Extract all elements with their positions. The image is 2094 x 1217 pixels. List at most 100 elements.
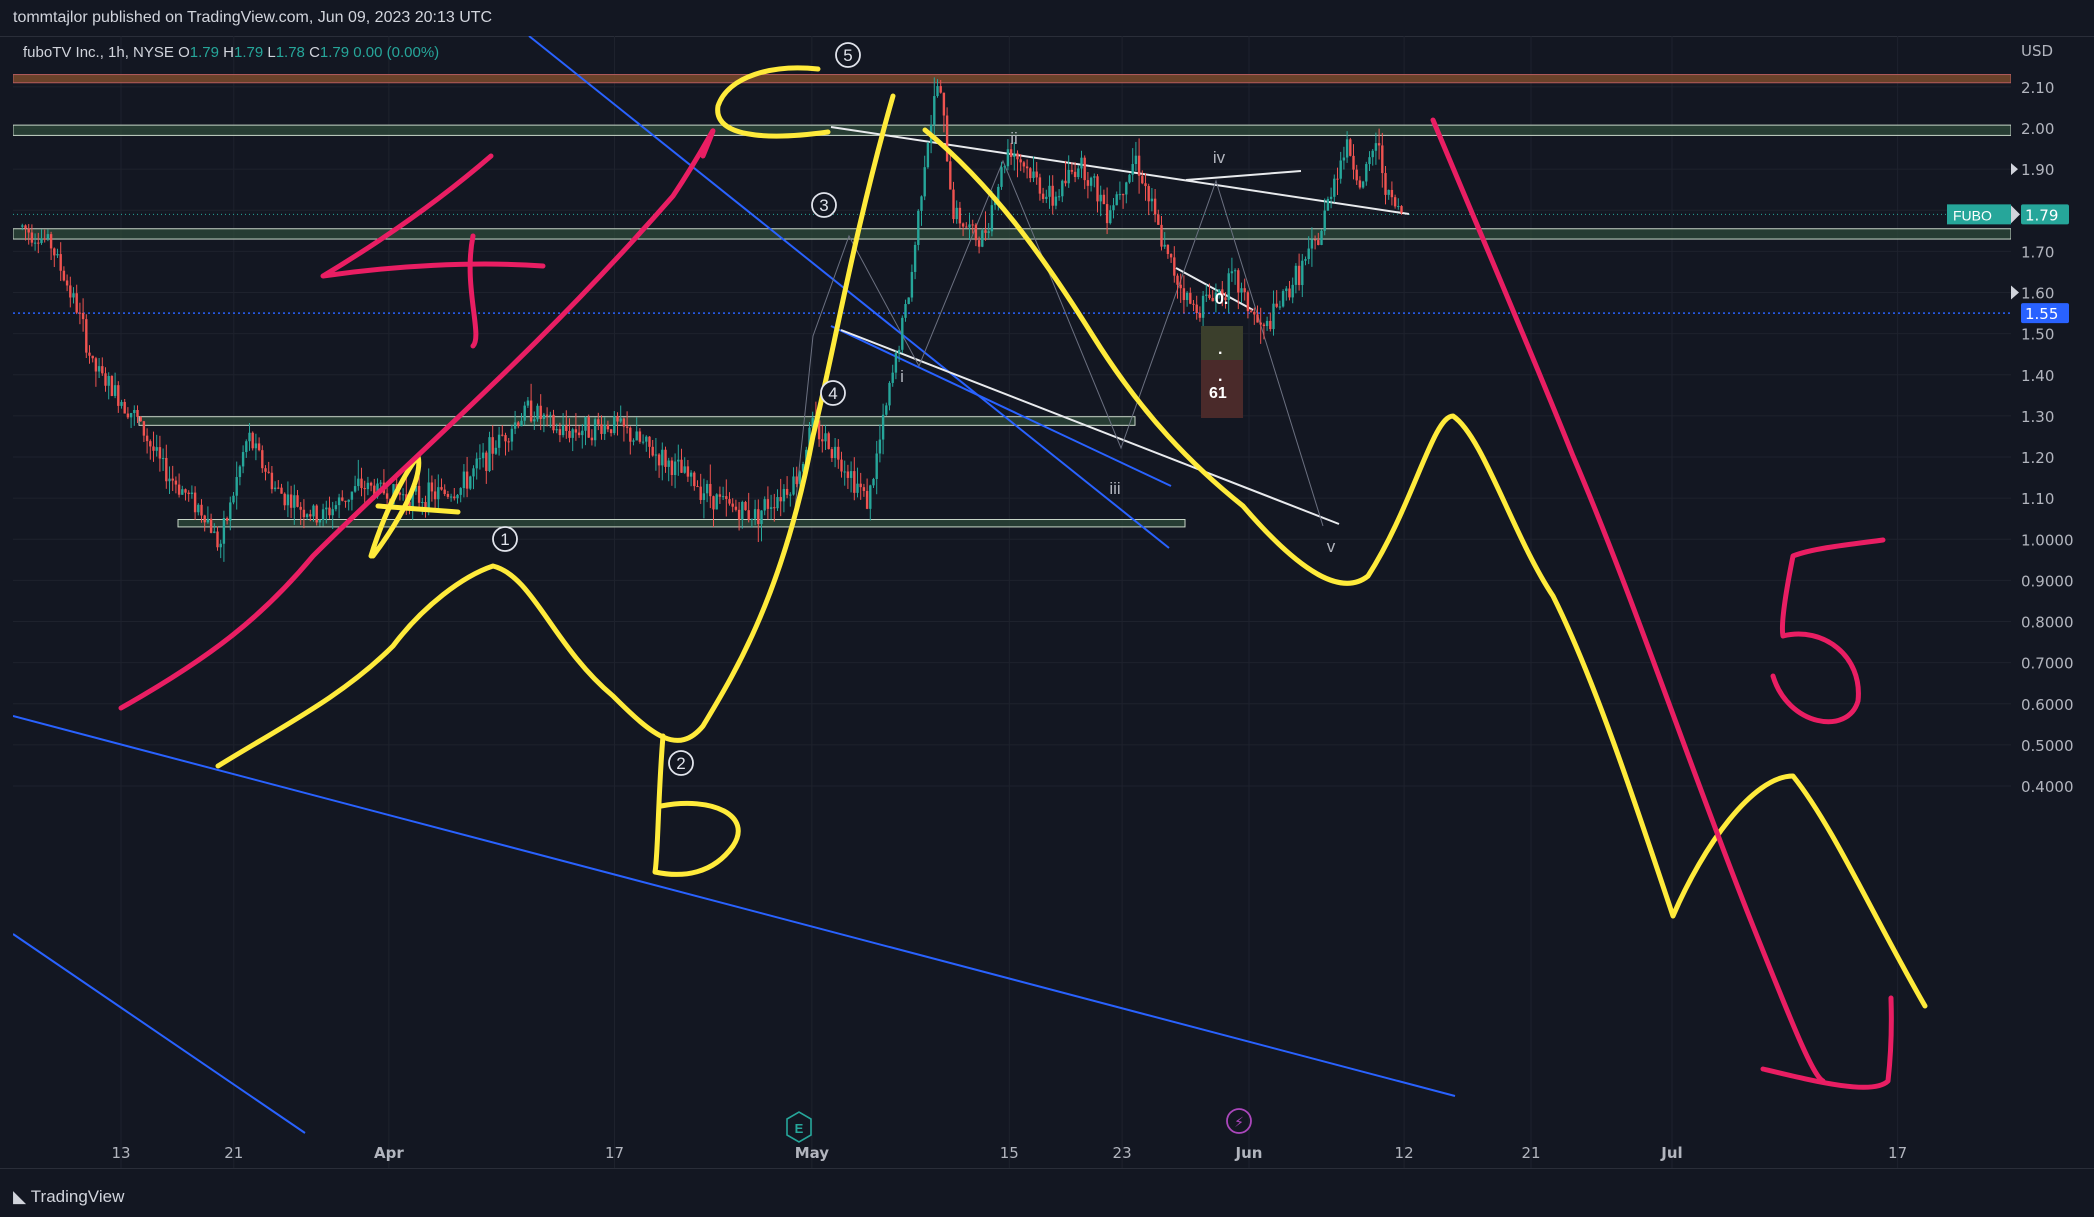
chart-pane[interactable]: 0... 61 1 2 3 4 5 i ii iii iv v E ⚡ FUBO fuboTV Inc., … bbox=[13, 36, 2011, 1168]
candle-body bbox=[1035, 171, 1038, 178]
candle-body bbox=[609, 429, 613, 434]
ticker-tag[interactable]: FUBO bbox=[1947, 204, 2011, 225]
price-axis[interactable]: USD2.102.001.901.801.701.601.501.401.301… bbox=[2011, 36, 2081, 1168]
candle-body bbox=[888, 382, 891, 406]
candle-body bbox=[30, 232, 34, 243]
candle-body bbox=[917, 210, 920, 245]
candle-body bbox=[728, 499, 731, 504]
tradingview-logo[interactable]: ◣ TradingView bbox=[13, 1187, 124, 1207]
candle-body bbox=[1195, 304, 1198, 314]
candle-body bbox=[81, 312, 85, 320]
fib-label-1: . bbox=[1218, 341, 1222, 358]
close-value: 1.79 bbox=[319, 44, 350, 61]
candle-body bbox=[1134, 155, 1138, 165]
wave-label-3-text: 3 bbox=[819, 196, 828, 215]
candle-body bbox=[789, 494, 792, 496]
fib-label-61: 61 bbox=[1209, 385, 1227, 402]
candle-body bbox=[705, 483, 709, 494]
candle-body bbox=[245, 441, 248, 453]
candle-body bbox=[517, 422, 520, 427]
fib-label-0: 0. bbox=[1215, 291, 1228, 308]
price-tick: 1.30 bbox=[2021, 408, 2054, 426]
candle-body bbox=[433, 491, 437, 500]
candle-body bbox=[539, 405, 542, 419]
candle-body bbox=[443, 489, 446, 495]
ticker-tag-text: FUBO bbox=[1953, 207, 1992, 223]
candle-body bbox=[238, 466, 242, 478]
trendline-lower-left[interactable] bbox=[13, 933, 306, 1134]
candle-body bbox=[472, 468, 475, 477]
candle-body bbox=[654, 454, 658, 456]
candle-body bbox=[933, 96, 936, 125]
candle-body bbox=[1339, 160, 1342, 179]
axis-arrow-icon[interactable] bbox=[2011, 163, 2018, 176]
wave-label-4[interactable]: 4 bbox=[820, 380, 846, 406]
candle-body bbox=[1368, 157, 1371, 165]
candle-body bbox=[635, 431, 638, 441]
dividend-event-icon[interactable]: ⚡ bbox=[1226, 1108, 1252, 1134]
price-tick: 2.10 bbox=[2021, 79, 2054, 97]
open-value: 1.79 bbox=[189, 44, 219, 61]
magenta-digit-5[interactable] bbox=[1770, 537, 1886, 725]
candle-body bbox=[1147, 186, 1150, 202]
sr-zone[interactable] bbox=[13, 228, 2011, 240]
yellow-wave-1[interactable] bbox=[215, 93, 896, 769]
candle-body bbox=[939, 86, 942, 93]
candle-body bbox=[75, 293, 78, 313]
wave-label-2[interactable]: 2 bbox=[668, 750, 694, 776]
trendline-channel-lower[interactable] bbox=[830, 325, 1172, 487]
yellow-projection[interactable] bbox=[922, 127, 1928, 1009]
candle-body bbox=[331, 509, 334, 516]
axis-arrow-icon[interactable] bbox=[2011, 205, 2020, 224]
candle-body bbox=[942, 92, 946, 116]
trendline-white-short[interactable] bbox=[1185, 170, 1302, 181]
candle-body bbox=[641, 441, 645, 443]
wave-label-ii: ii bbox=[1010, 129, 1018, 148]
change-value: 0.00 (0.00%) bbox=[353, 44, 440, 61]
wave-label-1[interactable]: 1 bbox=[492, 526, 518, 552]
candle-body bbox=[603, 424, 606, 434]
candle-body bbox=[229, 502, 232, 521]
price-chart[interactable]: 0...6112345iiiiiiivvE ⚡FUBO bbox=[13, 36, 2011, 1168]
price-tick: 1.50 bbox=[2021, 326, 2054, 344]
candle-body bbox=[1278, 306, 1282, 308]
candle-body bbox=[1393, 197, 1397, 207]
price-tick: 0.9000 bbox=[2021, 572, 2074, 590]
candle-body bbox=[161, 457, 165, 459]
candle-body bbox=[379, 482, 382, 484]
symbol-name[interactable]: fuboTV Inc., 1h, NYSE bbox=[23, 44, 174, 61]
candle-body bbox=[107, 375, 110, 386]
open-label: O bbox=[178, 44, 190, 61]
time-axis[interactable]: 1321Apr17May1523Jun1221Jul17Aug14 bbox=[13, 1138, 2011, 1168]
candle-body bbox=[497, 434, 501, 448]
last-price-badge[interactable]: 1.79 bbox=[2021, 204, 2069, 225]
candle-body bbox=[680, 459, 683, 473]
candle-body bbox=[437, 487, 440, 500]
price-tick: 1.20 bbox=[2021, 449, 2054, 467]
candle-body bbox=[1297, 265, 1301, 286]
candle-body bbox=[709, 483, 712, 497]
line-price-badge[interactable]: 1.55 bbox=[2021, 303, 2069, 324]
resistance-zone-top[interactable] bbox=[13, 74, 2011, 83]
wave-label-5[interactable]: 5 bbox=[835, 42, 861, 68]
candle-body bbox=[1077, 168, 1080, 177]
candle-body bbox=[1131, 164, 1134, 175]
wave-label-3[interactable]: 3 bbox=[811, 192, 837, 218]
candle-body bbox=[1099, 194, 1102, 202]
candle-body bbox=[785, 488, 789, 495]
magenta-stroke-bottom[interactable] bbox=[1760, 995, 1894, 1090]
trendline-long-support[interactable] bbox=[13, 715, 1456, 1097]
sr-zone[interactable] bbox=[177, 519, 1186, 528]
candle-body bbox=[142, 421, 146, 436]
footer: ◣ TradingView bbox=[0, 1168, 2094, 1217]
candle-body bbox=[507, 441, 510, 443]
axis-arrow-icon[interactable] bbox=[2011, 285, 2019, 300]
candle-body bbox=[1086, 180, 1090, 186]
yellow-letter-b[interactable] bbox=[652, 733, 741, 877]
time-tick: 15 bbox=[1000, 1144, 1019, 1162]
candle-body bbox=[1345, 139, 1349, 158]
trendline-white-upper[interactable] bbox=[830, 126, 1410, 215]
magenta-projection[interactable] bbox=[1430, 117, 1826, 1084]
candle-body bbox=[78, 312, 82, 314]
candle-body bbox=[149, 441, 152, 447]
